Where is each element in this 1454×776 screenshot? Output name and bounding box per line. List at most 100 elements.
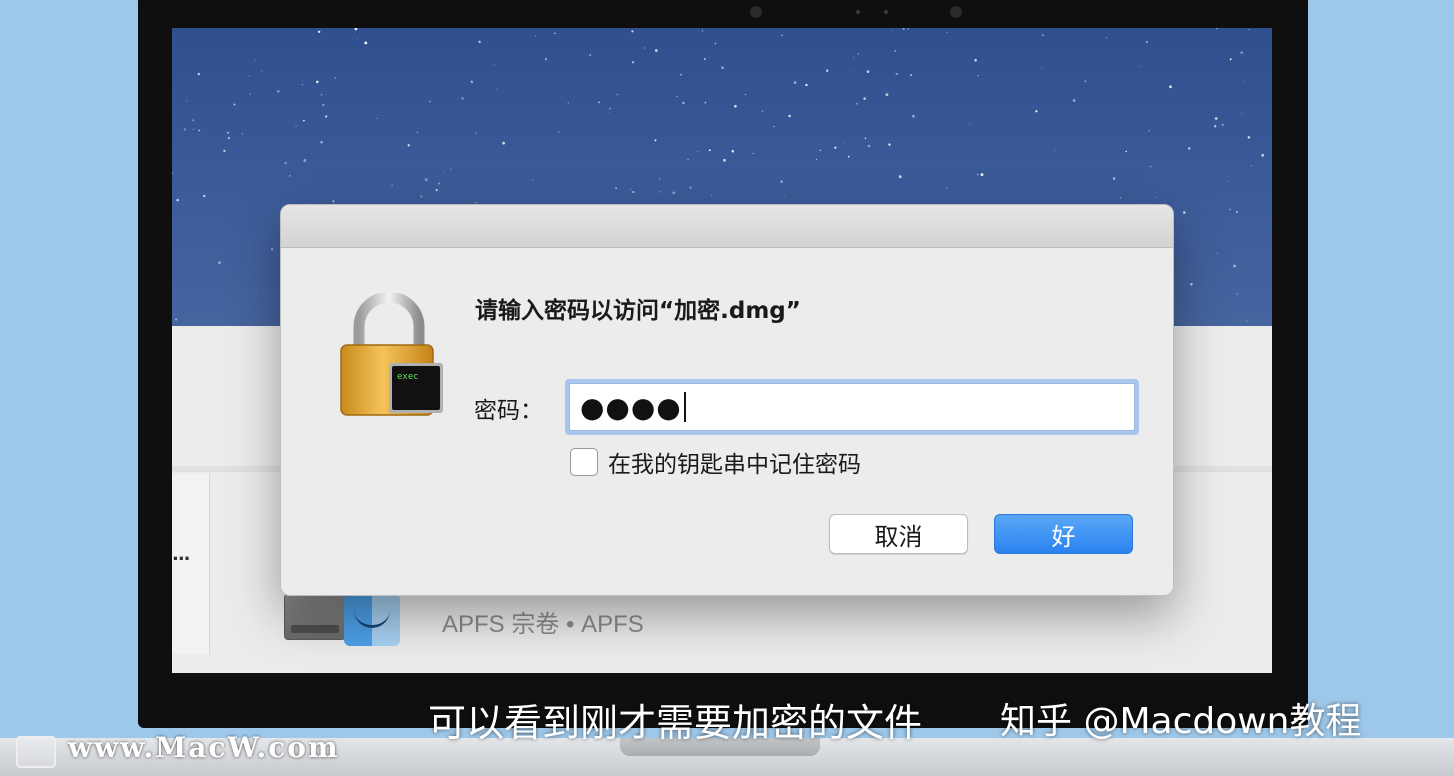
star — [218, 261, 221, 265]
star — [658, 191, 660, 193]
star — [783, 196, 785, 198]
star — [470, 80, 474, 84]
star — [761, 110, 764, 112]
star — [910, 74, 913, 77]
remember-password-row[interactable]: 在我的钥匙串中记住密码 — [570, 445, 861, 479]
finder-icon — [344, 594, 400, 646]
star — [863, 97, 866, 100]
star — [461, 97, 464, 100]
sensor-dot — [856, 10, 860, 14]
star — [974, 59, 977, 62]
password-label: 密码： — [474, 398, 543, 424]
star — [334, 77, 336, 79]
star — [493, 64, 495, 66]
star — [192, 128, 195, 130]
star — [1250, 165, 1252, 167]
star — [1248, 28, 1250, 31]
star — [256, 290, 258, 292]
star — [1140, 65, 1142, 68]
star — [598, 101, 600, 104]
star — [912, 114, 915, 118]
star — [554, 32, 556, 35]
star — [535, 35, 537, 37]
cancel-button[interactable]: 取消 — [829, 514, 968, 554]
star — [847, 155, 850, 158]
star — [1233, 264, 1237, 268]
star — [980, 173, 984, 177]
star — [223, 149, 226, 153]
star — [773, 125, 775, 128]
star — [1148, 130, 1150, 132]
star — [894, 49, 897, 52]
star — [1261, 153, 1265, 157]
star — [288, 175, 291, 177]
dialog-titlebar[interactable] — [281, 205, 1173, 248]
star — [435, 188, 438, 192]
star — [609, 112, 610, 113]
star — [1190, 283, 1193, 286]
star — [793, 81, 797, 84]
ok-button[interactable]: 好 — [994, 514, 1133, 554]
remember-password-label[interactable]: 在我的钥匙串中记住密码 — [608, 445, 861, 479]
star — [703, 58, 706, 60]
star — [407, 144, 410, 147]
star — [1235, 211, 1238, 213]
star — [332, 200, 335, 203]
star — [888, 143, 891, 146]
password-field[interactable]: ●●●● — [569, 383, 1135, 431]
watermark-logo-icon — [16, 736, 56, 768]
star — [496, 88, 498, 90]
star — [714, 42, 717, 45]
camera-icon — [884, 10, 888, 14]
star — [391, 184, 393, 187]
star — [1112, 177, 1116, 180]
star — [852, 70, 854, 71]
star — [303, 158, 307, 162]
dialog-title: 请输入密码以访问“加密.dmg” — [475, 298, 801, 324]
remember-password-checkbox[interactable] — [570, 448, 598, 476]
star — [1236, 293, 1238, 295]
star — [1187, 146, 1191, 150]
sensor-icon — [750, 6, 762, 18]
star — [734, 104, 737, 108]
star — [616, 93, 619, 96]
star — [1247, 136, 1250, 139]
star — [450, 168, 452, 170]
star — [834, 146, 837, 149]
star — [474, 132, 477, 134]
star — [608, 107, 611, 110]
lock-badge-text: exec — [397, 372, 419, 382]
star — [478, 40, 481, 44]
star — [192, 119, 195, 122]
password-dots: ●●●● — [580, 390, 682, 424]
star — [855, 102, 858, 105]
star — [672, 191, 676, 195]
star — [866, 70, 870, 73]
star — [687, 158, 689, 161]
video-subtitle: 可以看到刚才需要加密的文件 — [428, 701, 923, 745]
star — [416, 131, 419, 134]
star — [780, 180, 783, 183]
star — [475, 201, 477, 204]
star — [842, 142, 844, 143]
star — [885, 93, 889, 97]
star — [968, 122, 970, 124]
star — [701, 30, 703, 32]
star — [815, 159, 817, 160]
star — [946, 187, 948, 189]
star — [1240, 51, 1244, 55]
star — [437, 182, 441, 185]
star — [233, 103, 236, 106]
star — [364, 41, 368, 45]
star — [1214, 125, 1217, 128]
star — [284, 161, 287, 165]
star — [357, 38, 358, 40]
star — [826, 69, 829, 72]
star — [1054, 150, 1056, 152]
star — [654, 49, 658, 52]
star — [721, 66, 724, 70]
star — [946, 31, 948, 33]
star — [1226, 180, 1228, 182]
star — [857, 52, 860, 55]
star — [558, 131, 560, 133]
